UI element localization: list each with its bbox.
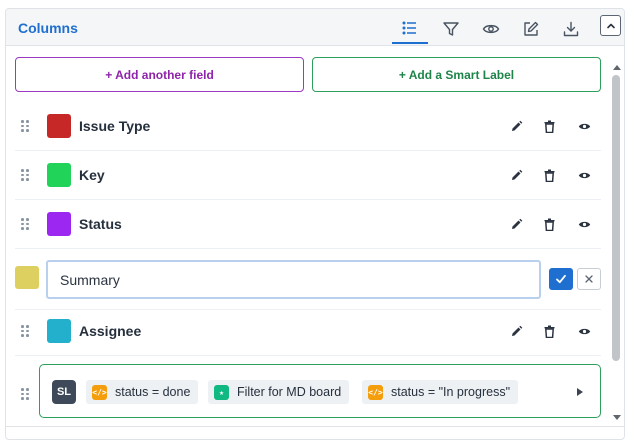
visibility-tab[interactable]	[473, 13, 509, 44]
toggle-visibility-button[interactable]	[575, 117, 593, 135]
eye-icon	[482, 24, 500, 33]
filter-tab[interactable]	[433, 13, 469, 44]
drag-handle-icon[interactable]	[21, 388, 31, 400]
code-icon: </>	[368, 384, 383, 400]
field-label: Assignee	[79, 323, 142, 339]
toggle-visibility-button[interactable]	[575, 215, 593, 233]
star-icon: ★	[214, 384, 229, 400]
pencil-icon	[511, 218, 522, 229]
pencil-icon	[511, 325, 522, 336]
chevron-up-icon	[606, 23, 615, 28]
play-icon[interactable]	[577, 388, 583, 396]
panel-title: Columns	[18, 20, 78, 36]
pencil-icon	[511, 169, 522, 180]
list-icon	[402, 21, 416, 34]
eye-icon	[578, 123, 590, 129]
scroll-down-icon[interactable]	[613, 415, 621, 420]
field-row-issue-type: Issue Type	[15, 102, 601, 151]
field-color-swatch[interactable]	[47, 163, 71, 187]
download-tab[interactable]	[553, 13, 589, 44]
check-icon	[556, 274, 566, 284]
smart-label-chip[interactable]: ★ Filter for MD board	[208, 380, 350, 404]
trash-icon	[544, 218, 554, 231]
collapse-button[interactable]	[600, 15, 621, 36]
add-field-button[interactable]: + Add another field	[15, 57, 304, 92]
field-label: Key	[79, 167, 105, 183]
filter-icon	[443, 21, 459, 36]
smart-label-badge: SL	[52, 380, 76, 404]
scrollbar-thumb[interactable]	[612, 75, 620, 361]
field-row-key: Key	[15, 151, 601, 200]
field-row-editing	[15, 258, 601, 310]
list-view-tab[interactable]	[392, 13, 428, 44]
scroll-up-icon[interactable]	[613, 65, 621, 70]
chip-label: status = done	[115, 385, 191, 399]
delete-field-button[interactable]	[540, 166, 558, 184]
pencil-icon	[511, 120, 522, 131]
field-row-status: Status	[15, 200, 601, 249]
edit-tab[interactable]	[513, 13, 549, 44]
trash-icon	[544, 169, 554, 182]
trash-icon	[544, 325, 554, 338]
confirm-edit-button[interactable]	[549, 268, 573, 290]
drag-handle-icon[interactable]	[21, 325, 31, 337]
eye-icon	[578, 328, 590, 334]
smart-label-card[interactable]: SL </> status = done ★ Filter for MD boa…	[39, 364, 601, 418]
drag-handle-icon[interactable]	[21, 218, 31, 230]
field-name-input[interactable]	[46, 260, 541, 299]
scrollbar[interactable]	[610, 65, 624, 431]
panel-header: Columns	[6, 9, 624, 46]
delete-field-button[interactable]	[540, 322, 558, 340]
chip-label: Filter for MD board	[237, 385, 342, 399]
code-icon: </>	[92, 384, 107, 400]
footer-divider	[6, 426, 624, 427]
field-color-swatch[interactable]	[47, 319, 71, 343]
add-smart-label-button[interactable]: + Add a Smart Label	[312, 57, 601, 92]
toggle-visibility-button[interactable]	[575, 322, 593, 340]
field-color-swatch[interactable]	[47, 212, 71, 236]
trash-icon	[544, 120, 554, 133]
drag-handle-icon[interactable]	[21, 169, 31, 181]
eye-icon	[578, 172, 590, 178]
smart-label-row: SL </> status = done ★ Filter for MD boa…	[15, 357, 601, 419]
chip-label: status = "In progress"	[391, 385, 511, 399]
smart-label-chip[interactable]: </> status = "In progress"	[362, 380, 519, 404]
download-icon	[563, 21, 579, 36]
field-color-swatch[interactable]	[47, 114, 71, 138]
close-icon	[585, 275, 593, 283]
delete-field-button[interactable]	[540, 117, 558, 135]
field-color-swatch[interactable]	[15, 266, 39, 289]
edit-field-button[interactable]	[507, 322, 525, 340]
smart-label-chip[interactable]: </> status = done	[86, 380, 199, 404]
field-label: Status	[79, 216, 122, 232]
delete-field-button[interactable]	[540, 215, 558, 233]
edit-field-button[interactable]	[507, 117, 525, 135]
cancel-edit-button[interactable]	[577, 268, 601, 290]
columns-panel: Columns + Add another field + Add a Smar…	[5, 8, 625, 440]
field-row-assignee: Assignee	[15, 307, 601, 356]
eye-icon	[578, 221, 590, 227]
edit-icon	[524, 21, 539, 36]
drag-handle-icon[interactable]	[21, 120, 31, 132]
edit-field-button[interactable]	[507, 215, 525, 233]
toggle-visibility-button[interactable]	[575, 166, 593, 184]
field-label: Issue Type	[79, 118, 151, 134]
edit-field-button[interactable]	[507, 166, 525, 184]
